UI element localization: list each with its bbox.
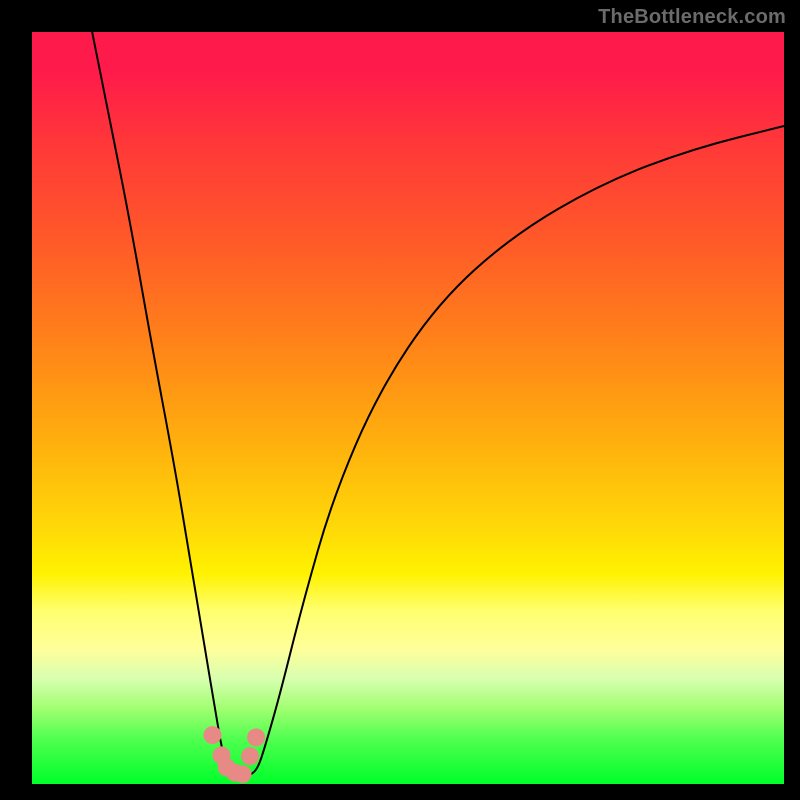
marker-dot-a — [203, 726, 221, 744]
marker-dot-f — [241, 747, 259, 765]
chart-svg — [32, 32, 784, 784]
series-right-curve — [250, 126, 784, 775]
chart-frame: TheBottleneck.com — [0, 0, 800, 800]
series-left-curve — [92, 32, 235, 775]
watermark-label: TheBottleneck.com — [598, 6, 786, 29]
marker-dot-g — [247, 728, 265, 746]
marker-dot-e — [234, 765, 252, 783]
